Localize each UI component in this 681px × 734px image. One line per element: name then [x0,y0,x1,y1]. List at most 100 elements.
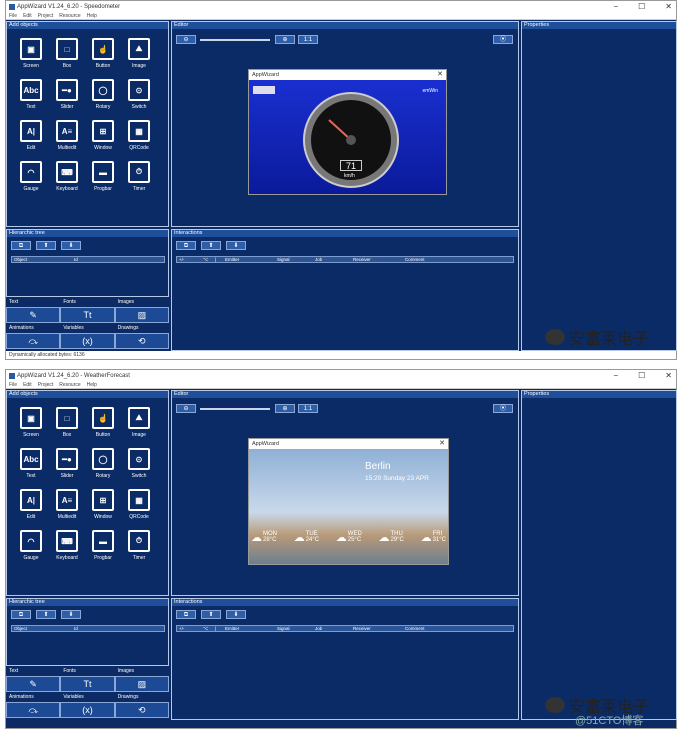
zoom-reset-button[interactable]: 1:1 [298,35,318,44]
play-button[interactable]: ⦿ [493,35,513,44]
object-switch[interactable]: ⊙ Switch [121,448,157,489]
zoom-reset-button[interactable]: 1:1 [298,404,318,413]
panel-title: Interactions [172,599,518,606]
object-screen[interactable]: ▣ Screen [13,407,49,448]
drawing-button[interactable]: ⟲ [114,333,169,349]
zoom-out-button[interactable]: ⊖ [176,35,196,44]
close-icon[interactable]: ✕ [665,1,672,12]
close-icon[interactable]: ✕ [439,439,445,449]
font-resource-button[interactable]: Tt [60,676,115,692]
font-resource-button[interactable]: Tt [60,307,115,323]
move-down-button[interactable]: ⬇ [226,241,246,250]
object-rotary[interactable]: ◯ Rotary [85,448,121,489]
animation-button[interactable]: ⤼ [6,333,61,349]
copy-button[interactable]: ⧉ [176,241,196,250]
object-button[interactable]: ☝ Button [85,38,121,79]
play-button[interactable]: ⦿ [493,404,513,413]
move-up-button[interactable]: ⬆ [36,241,56,250]
zoom-in-button[interactable]: ⊕ [275,35,295,44]
object-progbar[interactable]: ▬ Progbar [85,530,121,571]
menu-item[interactable]: Edit [23,382,32,388]
maximize-icon[interactable]: ☐ [638,1,645,12]
menu-item[interactable]: Project [38,382,54,388]
object-gauge[interactable]: ◠ Gauge [13,530,49,571]
object-window[interactable]: ⊞ Window [85,489,121,530]
object-image[interactable]: ⛰ Image [121,407,157,448]
object-progbar[interactable]: ▬ Progbar [85,161,121,202]
menu-item[interactable]: File [9,382,17,388]
object-button[interactable]: ☝ Button [85,407,121,448]
resource-buttons-row1: ✎ Tt ▨ [6,676,169,692]
object-qrcode[interactable]: ▦ QRCode [121,489,157,530]
object-slider[interactable]: ━● Slider [49,448,85,489]
object-box[interactable]: □ Box [49,38,85,79]
move-down-button[interactable]: ⬇ [61,610,81,619]
zoom-in-button[interactable]: ⊕ [275,404,295,413]
object-edit[interactable]: A| Edit [13,120,49,161]
object-box[interactable]: □ Box [49,407,85,448]
object-multiedit[interactable]: A≡ Multiedit [49,120,85,161]
object-text[interactable]: Abc Text [13,448,49,489]
object-gauge[interactable]: ◠ Gauge [13,161,49,202]
move-up-button[interactable]: ⬆ [36,610,56,619]
object-switch[interactable]: ⊙ Switch [121,79,157,120]
panel-title: Properties [522,391,676,398]
menu-item[interactable]: Help [87,382,97,388]
zoom-slider[interactable] [200,408,270,410]
wechat-icon [545,697,565,713]
object-slider[interactable]: ━● Slider [49,79,85,120]
move-up-button[interactable]: ⬆ [201,241,221,250]
close-icon[interactable]: ✕ [665,370,672,381]
object-screen[interactable]: ▣ Screen [13,38,49,79]
object-window[interactable]: ⊞ Window [85,120,121,161]
text-resource-button[interactable]: ✎ [6,676,61,692]
object-edit[interactable]: A| Edit [13,489,49,530]
copy-button[interactable]: ⧉ [11,610,31,619]
move-down-button[interactable]: ⬇ [61,241,81,250]
close-icon[interactable]: ✕ [437,70,443,80]
object-keyboard[interactable]: ⌨ Keyboard [49,161,85,202]
menu-item[interactable]: Resource [59,382,80,388]
drawing-button[interactable]: ⟲ [114,702,169,718]
object-timer[interactable]: ⏱ Timer [121,530,157,571]
menu-item[interactable]: Project [38,13,54,19]
object-timer[interactable]: ⏱ Timer [121,161,157,202]
object-rotary[interactable]: ◯ Rotary [85,79,121,120]
image-resource-button[interactable]: ▨ [114,307,169,323]
object-multiedit[interactable]: A≡ Multiedit [49,489,85,530]
minimize-icon[interactable]: − [613,370,618,381]
maximize-icon[interactable]: ☐ [638,370,645,381]
object-text[interactable]: Abc Text [13,79,49,120]
variable-button[interactable]: (x) [60,702,115,718]
object-keyboard[interactable]: ⌨ Keyboard [49,530,85,571]
timer-icon: ⏱ [128,161,150,183]
rotary-icon: ◯ [92,448,114,470]
editor-panel: Editor ⊖ ⊕ 1:1 ⦿ AppWizard ✕ emWin 71 km/… [171,21,519,227]
text-resource-button[interactable]: ✎ [6,307,61,323]
forecast-day: ☁ TUE 24°C [293,531,320,544]
copy-button[interactable]: ⧉ [176,610,196,619]
screen-icon: ▣ [20,407,42,429]
window-title: AppWizard V1.24_6.20 - WeatherForecast [17,372,130,379]
preview-dialog: AppWizard ✕ Berlin 15:20 Sunday 23 APR ☁ M… [248,438,449,565]
menu-item[interactable]: Help [87,13,97,19]
hierarchic-tree-panel: Hierarchic tree ⧉ ⬆ ⬇ Object Id [6,229,169,297]
move-up-button[interactable]: ⬆ [201,610,221,619]
variable-button[interactable]: (x) [60,333,115,349]
copy-button[interactable]: ⧉ [11,241,31,250]
object-qrcode[interactable]: ▦ QRCode [121,120,157,161]
menu-item[interactable]: Edit [23,13,32,19]
menu-item[interactable]: File [9,13,17,19]
image-resource-button[interactable]: ▨ [114,676,169,692]
menu-item[interactable]: Resource [59,13,80,19]
zoom-out-button[interactable]: ⊖ [176,404,196,413]
add-objects-panel: Add objects ▣ Screen □ Box ☝ Button ⛰ Image Abc Te… [6,21,169,227]
minimize-icon[interactable]: − [613,1,618,12]
move-down-button[interactable]: ⬇ [226,610,246,619]
forecast-day: ☁ FRI 31°C [420,531,446,544]
zoom-slider[interactable] [200,39,270,41]
animation-button[interactable]: ⤼ [6,702,61,718]
cloud-icon: ☁ [335,531,347,544]
object-image[interactable]: ⛰ Image [121,38,157,79]
panel-title: Interactions [172,230,518,237]
